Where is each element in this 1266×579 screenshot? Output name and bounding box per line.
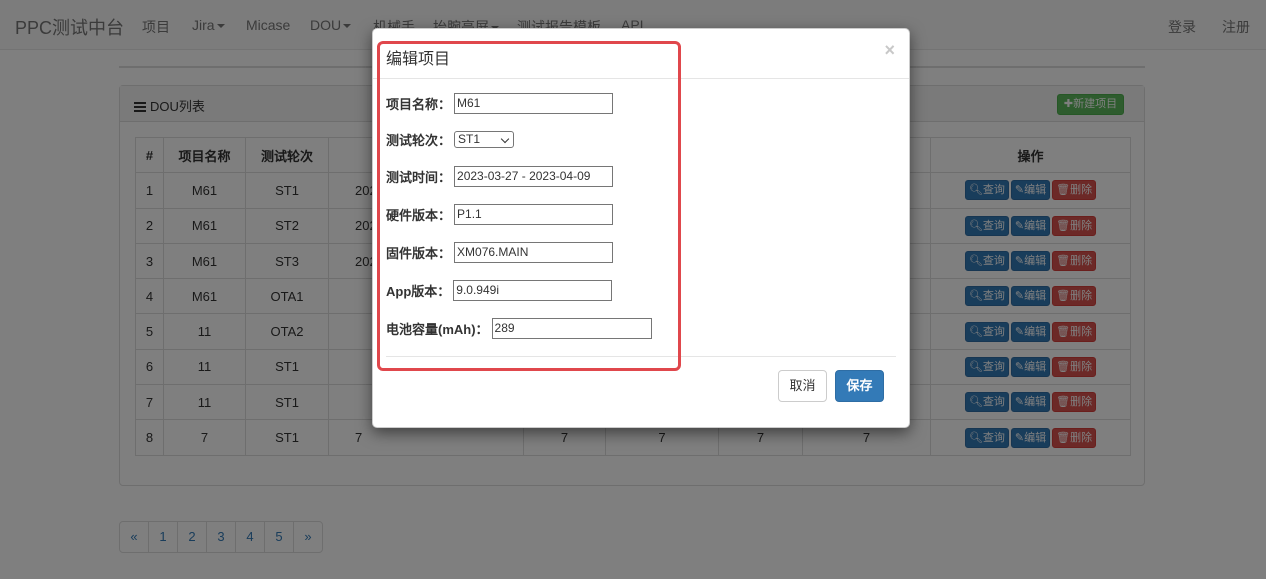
cancel-button[interactable]: 取消 — [778, 370, 827, 402]
save-button[interactable]: 保存 — [835, 370, 884, 402]
highlight-annotation — [377, 41, 681, 371]
close-icon[interactable]: × — [884, 40, 895, 61]
